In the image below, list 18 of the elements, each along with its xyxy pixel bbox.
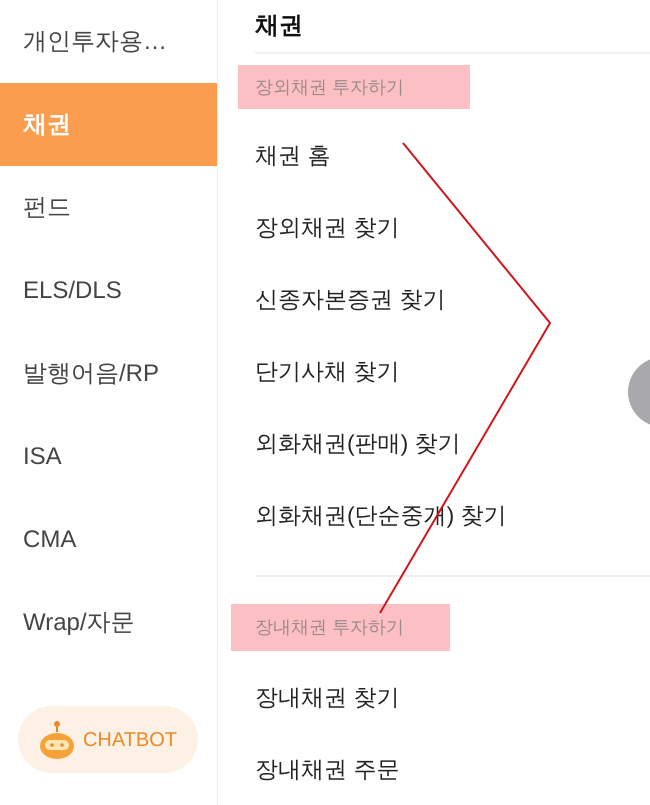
menu-link[interactable]: 채권 홈 bbox=[255, 119, 330, 191]
menu-link[interactable]: 외화채권(판매) 찾기 bbox=[255, 407, 461, 479]
sidebar-item[interactable]: ISA bbox=[0, 415, 217, 498]
sidebar-item[interactable]: 발행어음/RP bbox=[0, 332, 217, 415]
group-heading: 장내채권 투자하기 bbox=[231, 604, 450, 651]
menu-link[interactable]: 단기사채 찾기 bbox=[255, 335, 400, 407]
menu-link[interactable]: 신종자본증권 찾기 bbox=[255, 263, 446, 335]
menu-link[interactable]: 장외채권 찾기 bbox=[255, 191, 400, 263]
menu-link[interactable]: 장내채권 찾기 bbox=[255, 661, 400, 733]
sidebar-item[interactable]: 펀드 bbox=[0, 166, 217, 249]
robot-icon bbox=[38, 720, 75, 760]
sidebar-item[interactable]: Wrap/자문 bbox=[0, 581, 217, 664]
sidebar-item[interactable]: CMA bbox=[0, 498, 217, 581]
sidebar-item[interactable]: 개인투자용… bbox=[0, 0, 217, 83]
menu-link[interactable]: 장내채권 주문 bbox=[255, 733, 400, 805]
section-title: 채권 bbox=[255, 11, 303, 41]
sidebar-item[interactable]: ELS/DLS bbox=[0, 249, 217, 332]
group-heading: 장외채권 투자하기 bbox=[238, 65, 470, 109]
